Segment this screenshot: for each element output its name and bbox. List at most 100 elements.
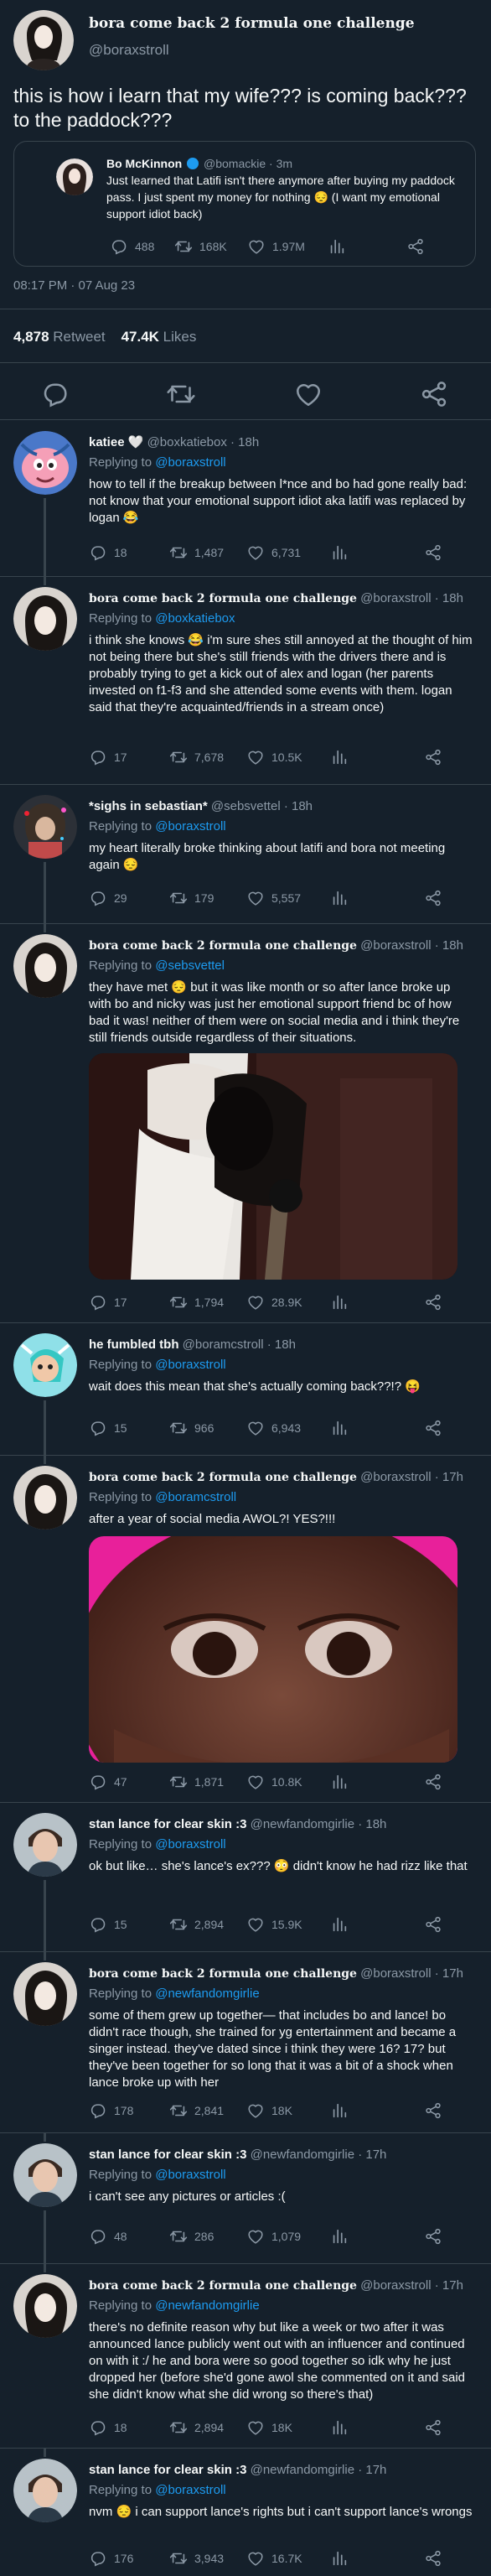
author-handle[interactable]: @newfandomgirlie · 17h (251, 2148, 387, 2162)
heart-icon[interactable] (293, 379, 323, 409)
retweet-button[interactable]: 1,794 (169, 1290, 224, 1315)
retweet-total-label[interactable]: Retweet (53, 329, 105, 345)
avatar[interactable] (13, 1466, 77, 1530)
avatar[interactable] (13, 1333, 77, 1397)
analytics-button[interactable] (330, 2415, 349, 2440)
mention-link[interactable]: @boraxstroll (155, 819, 225, 834)
avatar[interactable] (13, 1813, 77, 1877)
share-button[interactable] (424, 745, 442, 770)
avatar[interactable] (56, 158, 93, 195)
retweet-icon[interactable] (166, 379, 196, 409)
author-name[interactable]: he fumbled tbh (89, 1337, 179, 1352)
author-name[interactable]: stan lance for clear skin :3 (89, 2463, 246, 2477)
reply-tweet[interactable]: stan lance for clear skin :3 @newfandomg… (0, 2449, 491, 2576)
mention-link[interactable]: @boraxstroll (155, 2168, 225, 2182)
reply-tweet[interactable]: bora come back 2 formula one challenge @… (0, 1456, 491, 1803)
mention-link[interactable]: @newfandomgirlie (155, 1987, 259, 2001)
like-button[interactable]: 18K (246, 2415, 292, 2440)
analytics-button[interactable] (330, 1290, 349, 1315)
share-button[interactable] (424, 886, 442, 911)
share-button[interactable] (424, 2224, 442, 2249)
retweet-button[interactable]: 2,894 (169, 1912, 224, 1937)
analytics-button[interactable] (330, 1415, 349, 1441)
tweet-timestamp[interactable]: 08:17 PM · 07 Aug 23 (13, 278, 135, 293)
reply-button[interactable]: 17 (89, 745, 127, 770)
author-name[interactable]: stan lance for clear skin :3 (89, 2148, 246, 2162)
mention-link[interactable]: @boxkatiebox (155, 611, 235, 626)
avatar[interactable] (13, 1962, 77, 2026)
share-button[interactable] (424, 1290, 442, 1315)
analytics-button[interactable] (328, 234, 346, 259)
reply-button[interactable]: 15 (89, 1415, 127, 1441)
retweet-button[interactable]: 2,841 (169, 2098, 224, 2123)
author-handle[interactable]: @boraxstroll · 18h (360, 591, 463, 605)
reply-tweet[interactable]: bora come back 2 formula one challenge @… (0, 2264, 491, 2449)
like-total[interactable]: 47.4K (121, 329, 159, 345)
author-handle[interactable]: @boraxstroll · 18h (360, 938, 463, 953)
analytics-button[interactable] (330, 1769, 349, 1794)
retweet-button[interactable]: 179 (169, 886, 214, 911)
like-button[interactable]: 15.9K (246, 1912, 302, 1937)
reply-tweet[interactable]: bora come back 2 formula one challenge @… (0, 577, 491, 785)
author-handle[interactable]: @boraxstroll (89, 42, 169, 59)
author-name[interactable]: bora come back 2 formula one challenge (89, 1967, 357, 1981)
author-handle[interactable]: @newfandomgirlie · 18h (251, 1817, 387, 1831)
author-name[interactable]: katiee 🤍 (89, 435, 143, 449)
share-button[interactable] (424, 2415, 442, 2440)
author-name[interactable]: bora come back 2 formula one challenge (89, 939, 357, 953)
reply-tweet[interactable]: bora come back 2 formula one challenge @… (0, 1952, 491, 2133)
analytics-button[interactable] (330, 886, 349, 911)
author-handle[interactable]: @boxkatiebox · 18h (147, 435, 260, 449)
author-name[interactable]: *sighs in sebastian* (89, 799, 208, 813)
reply-button[interactable]: 48 (89, 2224, 127, 2249)
avatar[interactable] (13, 10, 74, 70)
author-handle[interactable]: @boraxstroll · 17h (360, 1966, 463, 1981)
reply-button[interactable]: 18 (89, 2415, 127, 2440)
mention-link[interactable]: @boraxstroll (155, 1358, 225, 1372)
analytics-button[interactable] (330, 2098, 349, 2123)
analytics-button[interactable] (330, 745, 349, 770)
analytics-button[interactable] (330, 540, 349, 565)
share-button[interactable] (424, 2098, 442, 2123)
avatar[interactable] (13, 2459, 77, 2522)
author-handle[interactable]: @boramcstroll · 18h (183, 1337, 296, 1352)
avatar[interactable] (13, 2143, 77, 2207)
reply-tweet[interactable]: stan lance for clear skin :3 @newfandomg… (0, 2133, 491, 2264)
mention-link[interactable]: @boraxstroll (155, 2483, 225, 2497)
reply-tweet[interactable]: bora come back 2 formula one challenge @… (0, 924, 491, 1323)
like-button[interactable]: 5,557 (246, 886, 301, 911)
avatar[interactable] (13, 934, 77, 998)
reply-button[interactable]: 488 (110, 234, 154, 259)
share-button[interactable] (424, 2546, 442, 2571)
retweet-total[interactable]: 4,878 (13, 329, 49, 345)
reply-tweet[interactable]: stan lance for clear skin :3 @newfandomg… (0, 1803, 491, 1952)
author-handle[interactable]: @newfandomgirlie · 17h (251, 2463, 387, 2477)
author-name[interactable]: stan lance for clear skin :3 (89, 1817, 246, 1831)
author-handle[interactable]: @sebsvettel · 18h (211, 799, 313, 813)
reply-button[interactable]: 15 (89, 1912, 127, 1937)
mention-link[interactable]: @newfandomgirlie (155, 2298, 259, 2313)
like-button[interactable]: 6,731 (246, 540, 301, 565)
share-button[interactable] (424, 1912, 442, 1937)
author-handle[interactable]: @boraxstroll · 17h (360, 2278, 463, 2293)
share-button[interactable] (424, 1415, 442, 1441)
avatar[interactable] (13, 587, 77, 651)
retweet-button[interactable]: 3,943 (169, 2546, 224, 2571)
quoted-tweet[interactable]: Bo McKinnon @bomackie · 3m Just learned … (13, 141, 476, 267)
reply-tweet[interactable]: he fumbled tbh @boramcstroll · 18h Reply… (0, 1323, 491, 1456)
like-button[interactable]: 1,079 (246, 2224, 301, 2249)
reply-button[interactable]: 29 (89, 886, 127, 911)
like-button[interactable]: 6,943 (246, 1415, 301, 1441)
attached-photo[interactable] (89, 1053, 457, 1280)
author-name[interactable]: bora come back 2 formula one challenge (89, 592, 357, 605)
author-name[interactable]: bora come back 2 formula one challenge (89, 1471, 357, 1484)
mention-link[interactable]: @sebsvettel (155, 958, 225, 973)
reply-button[interactable]: 47 (89, 1769, 127, 1794)
like-button[interactable]: 1.97M (247, 234, 305, 259)
quote-author-handle[interactable]: @bomackie · 3m (204, 157, 292, 170)
retweet-button[interactable]: 7,678 (169, 745, 224, 770)
like-total-label[interactable]: Likes (163, 329, 197, 345)
like-button[interactable]: 10.5K (246, 745, 302, 770)
analytics-button[interactable] (330, 1912, 349, 1937)
avatar[interactable] (13, 795, 77, 859)
